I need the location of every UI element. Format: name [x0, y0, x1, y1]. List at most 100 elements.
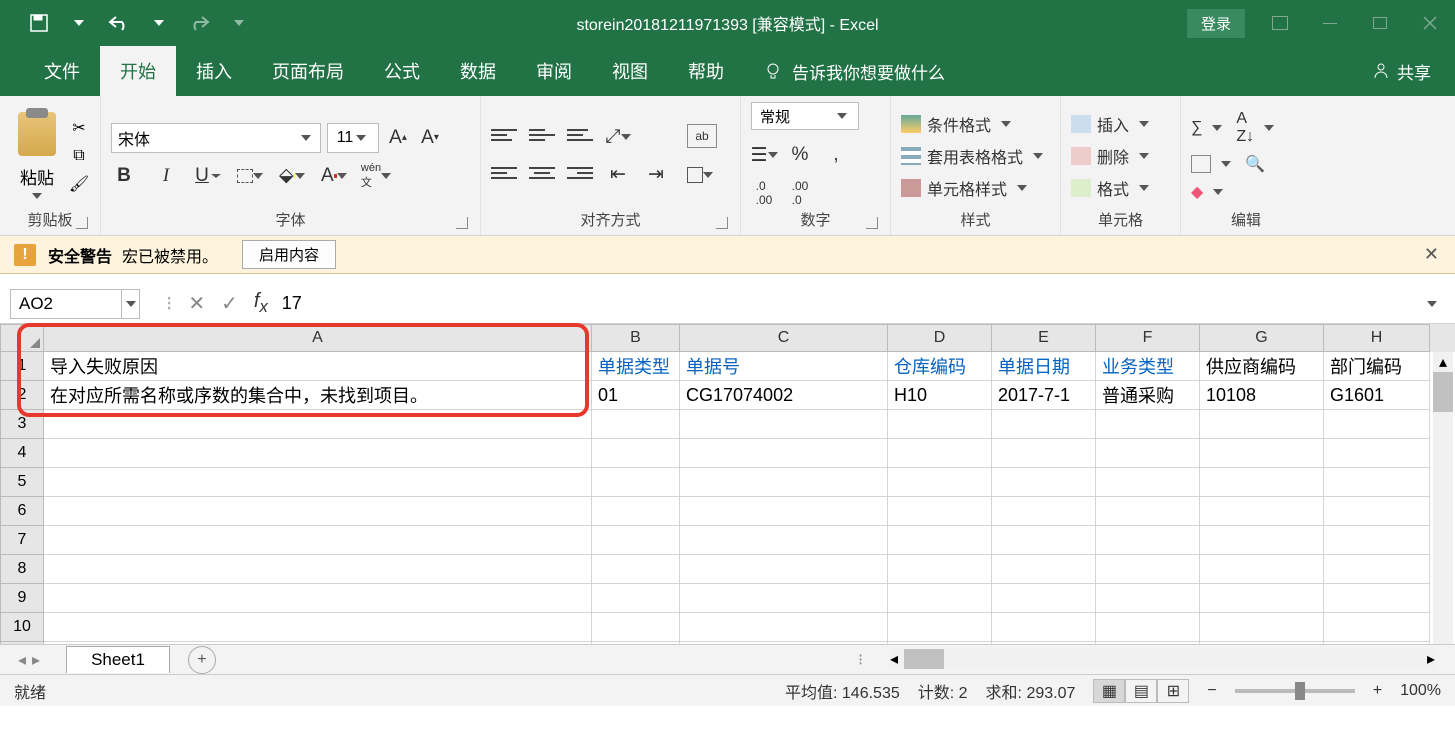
align-middle[interactable]	[529, 124, 555, 146]
tab-数据[interactable]: 数据	[440, 46, 516, 96]
cell[interactable]	[992, 468, 1096, 497]
cell[interactable]	[680, 555, 888, 584]
cell[interactable]	[888, 497, 992, 526]
worksheet-grid[interactable]: ABCDEFGH 1导入失败原因单据类型单据号仓库编码单据日期业务类型供应商编码…	[0, 324, 1455, 644]
cell[interactable]	[1324, 410, 1430, 439]
enable-content-button[interactable]: 启用内容	[242, 240, 336, 269]
close-warning-icon[interactable]: ✕	[1424, 244, 1439, 265]
cell[interactable]	[1324, 439, 1430, 468]
border-button[interactable]	[237, 163, 263, 189]
cell[interactable]	[1200, 555, 1324, 584]
cell[interactable]	[992, 410, 1096, 439]
cell[interactable]	[1200, 497, 1324, 526]
cell[interactable]	[1324, 584, 1430, 613]
format-painter-icon[interactable]: 🖌	[68, 174, 90, 194]
cell[interactable]	[1096, 613, 1200, 642]
column-header[interactable]: F	[1096, 324, 1200, 352]
undo-icon[interactable]	[108, 12, 130, 34]
row-header[interactable]: 10	[0, 613, 44, 642]
column-header[interactable]: C	[680, 324, 888, 352]
tab-视图[interactable]: 视图	[592, 46, 668, 96]
tab-开始[interactable]: 开始	[100, 46, 176, 96]
cell[interactable]	[592, 468, 680, 497]
row-header[interactable]: 3	[0, 410, 44, 439]
decrease-indent[interactable]: ⇤	[605, 162, 631, 188]
cell[interactable]: 部门编码	[1324, 352, 1430, 381]
fill-color-button[interactable]: ⬙	[279, 163, 305, 189]
decrease-decimal[interactable]: .00.0	[787, 180, 813, 206]
cell[interactable]	[1096, 439, 1200, 468]
clipboard-launcher[interactable]	[76, 217, 88, 229]
align-center[interactable]	[529, 162, 555, 184]
cell[interactable]	[1096, 555, 1200, 584]
cell[interactable]	[888, 555, 992, 584]
row-header[interactable]: 6	[0, 497, 44, 526]
cell[interactable]	[680, 584, 888, 613]
cell[interactable]	[1324, 526, 1430, 555]
decrease-font-icon[interactable]: A▾	[417, 125, 443, 151]
font-color-button[interactable]: A	[321, 163, 347, 189]
cell[interactable]: 单据类型	[592, 352, 680, 381]
accounting-format[interactable]: ☰	[751, 142, 777, 168]
cell[interactable]	[680, 439, 888, 468]
name-box-dropdown[interactable]	[122, 289, 140, 319]
autosum[interactable]: ∑AZ↓	[1191, 110, 1274, 146]
row-header[interactable]: 2	[0, 381, 44, 410]
align-top[interactable]	[491, 124, 517, 146]
cell[interactable]	[1096, 468, 1200, 497]
underline-button[interactable]: U	[195, 163, 221, 189]
column-header[interactable]: A	[44, 324, 592, 352]
sheet-nav-prev[interactable]: ◂	[18, 650, 26, 670]
cell[interactable]	[680, 526, 888, 555]
tab-公式[interactable]: 公式	[364, 46, 440, 96]
sheet-tab[interactable]: Sheet1	[66, 646, 170, 673]
enter-formula-icon[interactable]: ✓	[221, 291, 238, 316]
select-all-corner[interactable]	[0, 324, 44, 352]
cell[interactable]	[992, 613, 1096, 642]
increase-font-icon[interactable]: A▴	[385, 125, 411, 151]
column-header[interactable]: E	[992, 324, 1096, 352]
redo-icon[interactable]	[188, 12, 210, 34]
copy-icon[interactable]: ⧉	[68, 146, 90, 166]
add-sheet-button[interactable]: +	[188, 646, 216, 674]
column-header[interactable]: B	[592, 324, 680, 352]
cell[interactable]	[44, 526, 592, 555]
align-left[interactable]	[491, 162, 517, 184]
cell[interactable]	[888, 468, 992, 497]
column-header[interactable]: G	[1200, 324, 1324, 352]
increase-indent[interactable]: ⇥	[643, 162, 669, 188]
cell[interactable]: H10	[888, 381, 992, 410]
font-name-combo[interactable]: 宋体	[111, 123, 321, 153]
column-header[interactable]: D	[888, 324, 992, 352]
fill[interactable]: 🔍	[1191, 154, 1274, 174]
cell[interactable]: 业务类型	[1096, 352, 1200, 381]
percent-format[interactable]: %	[787, 142, 813, 168]
name-box[interactable]: AO2	[10, 289, 122, 319]
cell[interactable]: 供应商编码	[1200, 352, 1324, 381]
number-format-combo[interactable]: 常规	[751, 102, 859, 130]
cell[interactable]: 普通采购	[1096, 381, 1200, 410]
cancel-formula-icon[interactable]: ✕	[188, 291, 205, 316]
cell[interactable]	[44, 613, 592, 642]
bold-button[interactable]: B	[111, 163, 137, 189]
cell[interactable]	[888, 526, 992, 555]
cell[interactable]: 10108	[1200, 381, 1324, 410]
format-cells[interactable]: 格式	[1071, 176, 1149, 200]
delete-cells[interactable]: 删除	[1071, 144, 1149, 168]
clear[interactable]: ◆	[1191, 182, 1274, 202]
cell[interactable]	[44, 555, 592, 584]
comma-format[interactable]: ,	[823, 142, 849, 168]
zoom-out[interactable]: −	[1207, 682, 1216, 700]
fx-icon[interactable]: fx	[254, 290, 268, 317]
cell[interactable]	[44, 410, 592, 439]
cell[interactable]	[44, 497, 592, 526]
align-bottom[interactable]	[567, 124, 593, 146]
tab-页面布局[interactable]: 页面布局	[252, 46, 364, 96]
cell[interactable]	[592, 584, 680, 613]
cell[interactable]: G1601	[1324, 381, 1430, 410]
align-launcher[interactable]	[716, 217, 728, 229]
minimize-button[interactable]	[1315, 8, 1345, 38]
cell[interactable]	[992, 584, 1096, 613]
cell[interactable]: 单据号	[680, 352, 888, 381]
insert-cells[interactable]: 插入	[1071, 112, 1149, 136]
